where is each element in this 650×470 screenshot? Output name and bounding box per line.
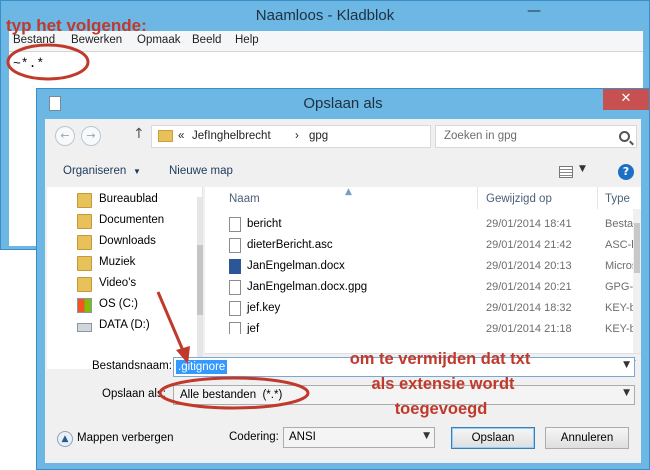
back-icon[interactable]: ←: [55, 126, 75, 146]
nav-item-label: DATA (D:): [99, 319, 150, 331]
file-name: dieterBericht.asc: [247, 239, 333, 251]
column-header-modified[interactable]: Gewijzigd op: [486, 193, 552, 205]
word-icon: [229, 259, 241, 274]
nav-item-label: Bureaublad: [99, 193, 158, 205]
cancel-button[interactable]: Annuleren: [545, 427, 629, 449]
file-modified: 29/01/2014 20:21: [486, 281, 572, 293]
folder-icon: [77, 277, 92, 292]
file-modified: 29/01/2014 18:41: [486, 218, 572, 230]
address-bar[interactable]: « JefInghelbrecht › gpg: [151, 125, 431, 148]
hide-folders-icon[interactable]: ▲: [57, 431, 73, 447]
navigation-pane: Bureaublad Documenten Downloads Muziek V…: [47, 187, 203, 369]
view-options-icon[interactable]: [559, 166, 573, 178]
file-modified: 29/01/2014 21:18: [486, 323, 572, 334]
sort-ascending-icon: ▲: [345, 187, 352, 197]
nav-scrollbar-thumb[interactable]: [197, 245, 203, 315]
folder-icon: [158, 130, 173, 142]
encoding-select[interactable]: ANSI ▼: [283, 427, 435, 448]
file-row[interactable]: JanEngelman.docx.gpg 29/01/2014 20:21 GP…: [205, 278, 639, 299]
help-icon[interactable]: ?: [618, 164, 634, 180]
save-button[interactable]: Opslaan: [451, 427, 535, 449]
nav-item-label: Downloads: [99, 235, 156, 247]
annotation-line-3: toegevoegd: [394, 400, 488, 418]
nav-item-label: Video's: [99, 277, 137, 289]
file-modified: 29/01/2014 21:42: [486, 239, 572, 251]
breadcrumb-jefinghelbrecht[interactable]: JefInghelbrecht: [192, 130, 271, 142]
file-row[interactable]: JanEngelman.docx 29/01/2014 20:13 Micros: [205, 257, 637, 278]
new-folder-button[interactable]: Nieuwe map: [169, 165, 233, 177]
dialog-title: Opslaan als: [303, 95, 383, 112]
drive-icon: [77, 298, 92, 313]
file-list: ▲ Naam Gewijzigd op Type bericht 29/01/2…: [205, 187, 641, 369]
file-name: bericht: [247, 218, 282, 230]
nav-item-label: Documenten: [99, 214, 165, 226]
file-row[interactable]: jef 29/01/2014 21:18 KEY-b: [205, 320, 633, 334]
folder-icon: [77, 214, 92, 229]
breadcrumb-gpg[interactable]: gpg: [309, 130, 328, 142]
nav-item-label: Muziek: [99, 256, 136, 268]
forward-icon[interactable]: →: [81, 126, 101, 146]
file-icon: [229, 280, 241, 295]
organize-dropdown-icon[interactable]: ▼: [133, 167, 141, 176]
close-button[interactable]: ✕: [603, 89, 649, 110]
annotation-line-2: als extensie wordt: [371, 375, 515, 393]
search-input[interactable]: Zoeken in gpg: [435, 125, 637, 148]
file-modified: 29/01/2014 20:13: [486, 260, 572, 272]
view-dropdown-icon[interactable]: ▼: [579, 164, 586, 174]
file-icon: [229, 322, 241, 334]
column-header-type[interactable]: Type: [605, 193, 630, 205]
file-name: jef.key: [247, 302, 281, 314]
nav-item-label: OS (C:): [99, 298, 138, 310]
file-name: JanEngelman.docx.gpg: [247, 281, 368, 293]
search-placeholder: Zoeken in gpg: [444, 130, 517, 142]
notepad-content: ~*.*: [13, 56, 45, 71]
organize-button[interactable]: Organiseren: [63, 165, 126, 177]
annotation-top: typ het volgende:: [6, 16, 147, 35]
menu-help[interactable]: Help: [235, 34, 259, 46]
up-icon[interactable]: ↑: [133, 126, 145, 142]
breadcrumb-separator[interactable]: ›: [295, 130, 299, 142]
folder-icon: [77, 193, 92, 208]
hide-folders-button[interactable]: Mappen verbergen: [77, 432, 174, 444]
file-row[interactable]: jef.key 29/01/2014 18:32 KEY-b: [205, 299, 636, 320]
menu-beeld[interactable]: Beeld: [192, 34, 221, 46]
toolbar: Organiseren ▼ Nieuwe map ▼ ?: [45, 157, 641, 187]
file-row[interactable]: bericht 29/01/2014 18:41 Bestan: [205, 215, 639, 236]
folder-icon: [77, 256, 92, 271]
file-row[interactable]: dieterBericht.asc 29/01/2014 21:42 ASC-b: [205, 236, 637, 257]
file-modified: 29/01/2014 18:32: [486, 302, 572, 314]
folder-icon: [77, 235, 92, 250]
file-icon: [229, 238, 241, 253]
encoding-label: Codering:: [229, 431, 279, 443]
drive-icon: [77, 323, 92, 332]
breadcrumb-overflow[interactable]: «: [178, 130, 184, 142]
file-icon: [229, 217, 241, 232]
file-name: JanEngelman.docx: [247, 260, 345, 272]
column-divider[interactable]: [597, 187, 598, 209]
search-icon[interactable]: [619, 131, 630, 142]
chevron-down-icon[interactable]: ▼: [423, 431, 430, 441]
minimize-icon[interactable]: —: [521, 1, 547, 21]
file-name: jef: [247, 323, 260, 334]
column-divider[interactable]: [477, 187, 478, 209]
encoding-value: ANSI: [289, 431, 316, 443]
column-header-name[interactable]: Naam: [229, 193, 260, 205]
vertical-scrollbar-thumb[interactable]: [634, 223, 640, 273]
file-type: KEY-b: [605, 323, 633, 334]
annotation-line-1: om te vermijden dat txt: [349, 350, 531, 368]
file-icon: [229, 301, 241, 316]
